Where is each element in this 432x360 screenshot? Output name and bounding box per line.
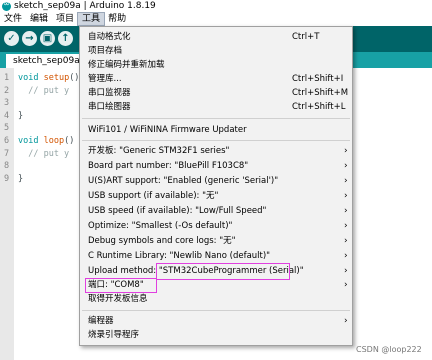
menu-separator (82, 310, 350, 311)
menu-tools[interactable]: 工具 (77, 12, 106, 26)
submenu-arrow-icon: › (344, 176, 348, 186)
code-token: } (18, 173, 24, 184)
submenu-arrow-icon: › (344, 316, 348, 326)
upload-method-highlight (156, 263, 290, 280)
menu-item-serial-plotter[interactable]: 串口绘图器 Ctrl+Shift+L (88, 100, 350, 114)
watermark: CSDN @loop222 (356, 345, 422, 354)
code-text: } (18, 110, 23, 122)
menu-item-label: USB speed (if available): "Low/Full Spee… (88, 206, 267, 216)
menu-item-manage-libraries[interactable]: 管理库... Ctrl+Shift+I (88, 72, 350, 86)
tools-menu: 自动格式化 Ctrl+T 项目存档 修正编码并重新加载 管理库... Ctrl+… (79, 26, 353, 346)
menu-item-get-board-info[interactable]: 取得开发板信息 (88, 292, 350, 306)
line-number: 6 (4, 136, 10, 146)
menu-item-wifi-firmware-updater[interactable]: WiFi101 / WiFiNINA Firmware Updater (88, 123, 350, 137)
arduino-logo-icon (2, 0, 11, 11)
menu-item-usb-support[interactable]: USB support (if available): "无" › (88, 189, 350, 203)
tab-sketch[interactable]: sketch_sep09a (6, 54, 87, 68)
menu-item-board[interactable]: 开发板: "Generic STM32F1 series" › (88, 144, 350, 158)
code-token: // put y (18, 148, 70, 159)
menu-item-label: 项目存档 (88, 46, 123, 56)
line-number: 8 (4, 161, 10, 172)
line-number: 7 (4, 148, 10, 159)
menu-item-shortcut: Ctrl+T (292, 32, 320, 42)
menu-item-label: 自动格式化 (88, 32, 131, 42)
menu-separator (82, 140, 350, 141)
menu-item-burn-bootloader[interactable]: 烧录引导程序 (88, 328, 350, 342)
menu-item-programmer[interactable]: 编程器 › (88, 314, 350, 328)
menu-item-fix-encoding[interactable]: 修正编码并重新加载 (88, 58, 350, 72)
submenu-arrow-icon: › (344, 206, 348, 216)
line-number: 9 (4, 173, 10, 184)
menu-item-optimize[interactable]: Optimize: "Smallest (-Os default)" › (88, 219, 350, 233)
menu-item-auto-format[interactable]: 自动格式化 Ctrl+T (88, 30, 350, 44)
line-number: 3 (4, 98, 10, 109)
menu-file[interactable]: 文件 (0, 13, 26, 25)
code-text: } (18, 173, 23, 185)
menu-item-debug-symbols[interactable]: Debug symbols and core logs: "无" › (88, 234, 350, 248)
menu-item-label: C Runtime Library: "Newlib Nano (default… (88, 251, 271, 261)
menu-bar: 文件 编辑 项目 工具 帮助 (0, 12, 432, 26)
new-sketch-button[interactable]: ▣ (40, 31, 55, 46)
menu-item-label: 编程器 (88, 316, 114, 326)
code-text: void loop() (18, 135, 74, 147)
code-token: () (64, 136, 75, 146)
menu-item-label: 烧录引导程序 (88, 330, 140, 340)
menu-edit[interactable]: 编辑 (26, 13, 52, 25)
menu-item-shortcut: Ctrl+Shift+L (292, 102, 346, 112)
code-text: // put y (18, 85, 69, 97)
menu-item-usart-support[interactable]: U(S)ART support: "Enabled (generic 'Seri… (88, 174, 350, 188)
verify-button[interactable]: ✓ (4, 31, 19, 46)
submenu-arrow-icon: › (344, 191, 348, 201)
menu-item-label: 管理库... (88, 74, 122, 84)
submenu-arrow-icon: › (344, 266, 348, 276)
menu-help[interactable]: 帮助 (104, 13, 130, 25)
title-bar: sketch_sep09a | Arduino 1.8.19 (0, 0, 432, 13)
menu-item-board-part-number[interactable]: Board part number: "BluePill F103C8" › (88, 159, 350, 173)
code-token: } (18, 110, 24, 121)
menu-separator (82, 118, 350, 119)
line-number: 1 (4, 73, 10, 83)
menu-item-label: 开发板: "Generic STM32F1 series" (88, 146, 230, 156)
menu-item-shortcut: Ctrl+Shift+M (292, 88, 349, 98)
code-text: // put y (18, 148, 69, 160)
code-token: setup (43, 73, 70, 83)
port-highlight (85, 278, 157, 293)
code-token: loop (43, 136, 65, 146)
line-number: 2 (4, 85, 10, 96)
menu-item-label: WiFi101 / WiFiNINA Firmware Updater (88, 125, 247, 135)
menu-item-label: 修正编码并重新加载 (88, 60, 165, 70)
submenu-arrow-icon: › (344, 161, 348, 171)
submenu-arrow-icon: › (344, 221, 348, 231)
menu-item-label: 串口监视器 (88, 88, 131, 98)
submenu-arrow-icon: › (344, 236, 348, 246)
code-token: () (69, 73, 80, 83)
menu-item-label: USB support (if available): "无" (88, 191, 219, 201)
code-text: void setup() (18, 72, 79, 84)
menu-item-usb-speed[interactable]: USB speed (if available): "Low/Full Spee… (88, 204, 350, 218)
submenu-arrow-icon: › (344, 280, 348, 290)
menu-sketch[interactable]: 项目 (52, 13, 78, 25)
line-number: 5 (4, 123, 10, 134)
menu-item-shortcut: Ctrl+Shift+I (292, 74, 344, 84)
menu-item-label: U(S)ART support: "Enabled (generic 'Seri… (88, 176, 279, 186)
menu-item-label: Optimize: "Smallest (-Os default)" (88, 221, 233, 231)
upload-button[interactable]: → (22, 31, 37, 46)
window-title: sketch_sep09a | Arduino 1.8.19 (14, 1, 156, 11)
code-token: // put y (18, 85, 70, 96)
line-number: 4 (4, 110, 10, 121)
menu-item-c-runtime-library[interactable]: C Runtime Library: "Newlib Nano (default… (88, 249, 350, 263)
menu-item-archive-sketch[interactable]: 项目存档 (88, 44, 350, 58)
open-sketch-button[interactable]: ↑ (58, 31, 73, 46)
menu-item-label: 取得开发板信息 (88, 294, 148, 304)
menu-item-label: 串口绘图器 (88, 102, 131, 112)
code-token: void (18, 73, 44, 83)
code-token: void (18, 136, 44, 146)
menu-item-label: Debug symbols and core logs: "无" (88, 236, 236, 246)
submenu-arrow-icon: › (344, 251, 348, 261)
menu-item-serial-monitor[interactable]: 串口监视器 Ctrl+Shift+M (88, 86, 350, 100)
menu-item-label: Board part number: "BluePill F103C8" (88, 161, 249, 171)
submenu-arrow-icon: › (344, 146, 348, 156)
